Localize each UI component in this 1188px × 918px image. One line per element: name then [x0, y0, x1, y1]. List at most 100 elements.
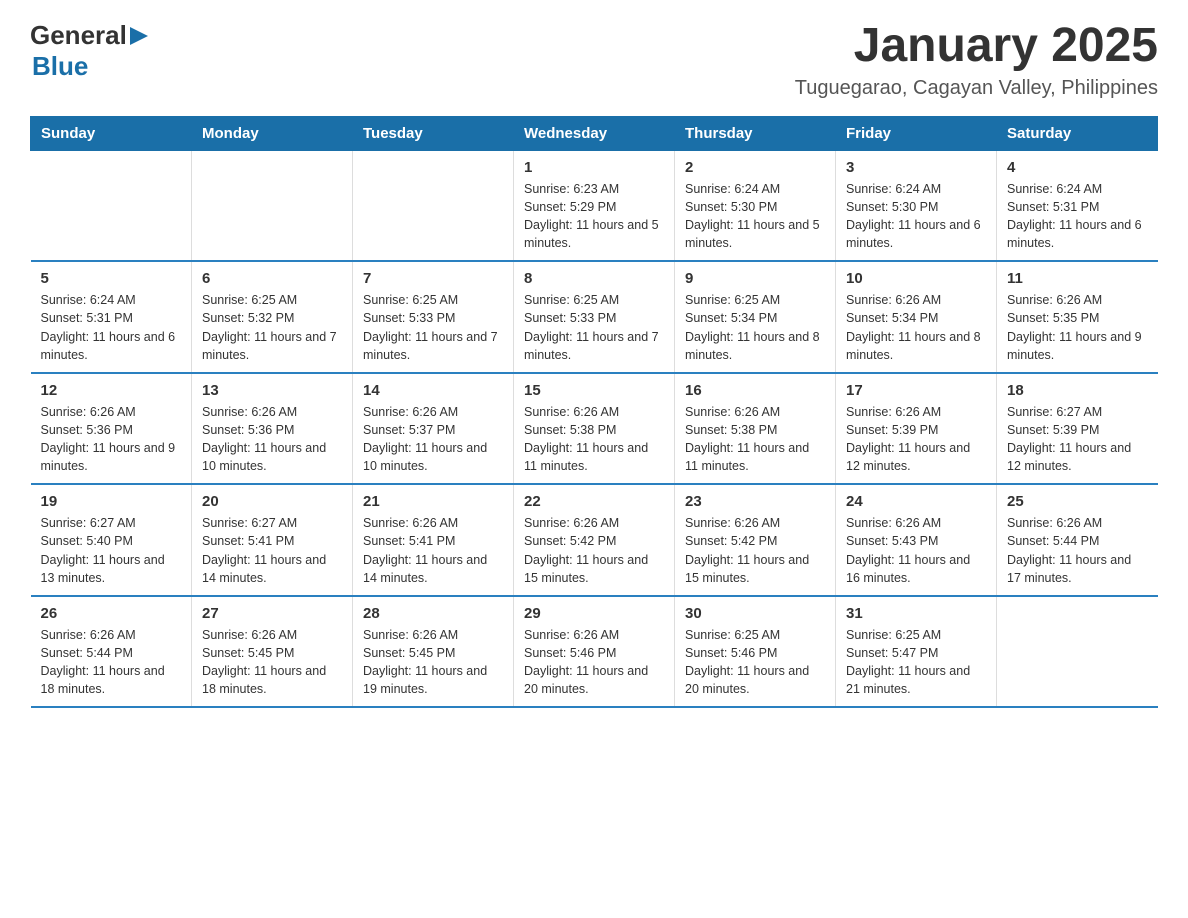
calendar-cell: 20Sunrise: 6:27 AMSunset: 5:41 PMDayligh…	[192, 484, 353, 596]
day-info: Sunrise: 6:23 AMSunset: 5:29 PMDaylight:…	[524, 180, 664, 253]
subtitle: Tuguegarao, Cagayan Valley, Philippines	[795, 77, 1158, 100]
logo: General Blue	[30, 20, 148, 82]
calendar-cell: 8 Sunrise: 6:25 AMSunset: 5:33 PMDaylight…	[514, 261, 675, 373]
day-number: 13	[202, 382, 342, 399]
day-number: 7	[363, 270, 503, 287]
day-number: 25	[1007, 493, 1148, 510]
calendar-cell: 28 Sunrise: 6:26 AMSunset: 5:45 PMDayligh…	[353, 596, 514, 708]
day-info: Sunrise: 6:26 AMSunset: 5:38 PMDaylight:…	[524, 403, 664, 476]
day-number: 28	[363, 605, 503, 622]
day-number: 22	[524, 493, 664, 510]
day-number: 31	[846, 605, 986, 622]
day-number: 3	[846, 159, 986, 176]
day-info: Sunrise: 6:24 AMSunset: 5:31 PMDaylight:…	[1007, 180, 1148, 253]
day-info: Sunrise: 6:26 AMSunset: 5:41 PMDaylight:…	[363, 514, 503, 587]
day-info: Sunrise: 6:25 AMSunset: 5:34 PMDaylight:…	[685, 291, 825, 364]
day-number: 18	[1007, 382, 1148, 399]
calendar-cell	[31, 150, 192, 261]
day-number: 27	[202, 605, 342, 622]
day-info: Sunrise: 6:26 AMSunset: 5:45 PMDaylight:…	[202, 626, 342, 699]
calendar-cell: 13 Sunrise: 6:26 AMSunset: 5:36 PMDayligh…	[192, 373, 353, 485]
calendar-cell: 21 Sunrise: 6:26 AMSunset: 5:41 PMDayligh…	[353, 484, 514, 596]
day-info: Sunrise: 6:26 AMSunset: 5:45 PMDaylight:…	[363, 626, 503, 699]
day-number: 4	[1007, 159, 1148, 176]
calendar-cell: 14Sunrise: 6:26 AMSunset: 5:37 PMDayligh…	[353, 373, 514, 485]
calendar-week-row: 5 Sunrise: 6:24 AMSunset: 5:31 PMDaylight…	[31, 261, 1158, 373]
day-number: 24	[846, 493, 986, 510]
calendar-cell: 22 Sunrise: 6:26 AMSunset: 5:42 PMDayligh…	[514, 484, 675, 596]
day-number: 1	[524, 159, 664, 176]
day-number: 8	[524, 270, 664, 287]
calendar-week-row: 26Sunrise: 6:26 AMSunset: 5:44 PMDayligh…	[31, 596, 1158, 708]
calendar-cell: 2 Sunrise: 6:24 AMSunset: 5:30 PMDaylight…	[675, 150, 836, 261]
calendar-cell: 24Sunrise: 6:26 AMSunset: 5:43 PMDayligh…	[836, 484, 997, 596]
day-info: Sunrise: 6:27 AMSunset: 5:40 PMDaylight:…	[41, 514, 182, 587]
calendar-cell	[192, 150, 353, 261]
calendar-cell: 11 Sunrise: 6:26 AMSunset: 5:35 PMDayligh…	[997, 261, 1158, 373]
day-number: 17	[846, 382, 986, 399]
title-block: January 2025 Tuguegarao, Cagayan Valley,…	[795, 20, 1158, 100]
day-info: Sunrise: 6:26 AMSunset: 5:35 PMDaylight:…	[1007, 291, 1148, 364]
calendar-cell: 23Sunrise: 6:26 AMSunset: 5:42 PMDayligh…	[675, 484, 836, 596]
calendar-header-saturday: Saturday	[997, 116, 1158, 150]
day-number: 14	[363, 382, 503, 399]
day-info: Sunrise: 6:26 AMSunset: 5:46 PMDaylight:…	[524, 626, 664, 699]
calendar-header-friday: Friday	[836, 116, 997, 150]
calendar-cell: 18 Sunrise: 6:27 AMSunset: 5:39 PMDayligh…	[997, 373, 1158, 485]
day-info: Sunrise: 6:24 AMSunset: 5:30 PMDaylight:…	[846, 180, 986, 253]
calendar-cell: 17 Sunrise: 6:26 AMSunset: 5:39 PMDayligh…	[836, 373, 997, 485]
day-info: Sunrise: 6:24 AMSunset: 5:30 PMDaylight:…	[685, 180, 825, 253]
logo-general-text: General	[30, 20, 127, 51]
day-info: Sunrise: 6:26 AMSunset: 5:36 PMDaylight:…	[202, 403, 342, 476]
calendar-cell: 9 Sunrise: 6:25 AMSunset: 5:34 PMDaylight…	[675, 261, 836, 373]
day-number: 11	[1007, 270, 1148, 287]
logo-arrow-icon	[130, 25, 148, 47]
day-number: 2	[685, 159, 825, 176]
day-info: Sunrise: 6:26 AMSunset: 5:36 PMDaylight:…	[41, 403, 182, 476]
calendar-cell: 1 Sunrise: 6:23 AMSunset: 5:29 PMDaylight…	[514, 150, 675, 261]
day-info: Sunrise: 6:26 AMSunset: 5:42 PMDaylight:…	[524, 514, 664, 587]
day-number: 9	[685, 270, 825, 287]
calendar-cell: 12Sunrise: 6:26 AMSunset: 5:36 PMDayligh…	[31, 373, 192, 485]
day-info: Sunrise: 6:26 AMSunset: 5:44 PMDaylight:…	[1007, 514, 1148, 587]
calendar-header-monday: Monday	[192, 116, 353, 150]
calendar-header-tuesday: Tuesday	[353, 116, 514, 150]
calendar-cell: 19 Sunrise: 6:27 AMSunset: 5:40 PMDayligh…	[31, 484, 192, 596]
calendar-week-row: 19 Sunrise: 6:27 AMSunset: 5:40 PMDayligh…	[31, 484, 1158, 596]
main-title: January 2025	[795, 20, 1158, 73]
day-number: 15	[524, 382, 664, 399]
calendar-cell: 26Sunrise: 6:26 AMSunset: 5:44 PMDayligh…	[31, 596, 192, 708]
day-number: 6	[202, 270, 342, 287]
day-info: Sunrise: 6:24 AMSunset: 5:31 PMDaylight:…	[41, 291, 182, 364]
calendar-header-wednesday: Wednesday	[514, 116, 675, 150]
day-info: Sunrise: 6:25 AMSunset: 5:33 PMDaylight:…	[524, 291, 664, 364]
calendar-cell	[353, 150, 514, 261]
day-number: 10	[846, 270, 986, 287]
day-info: Sunrise: 6:26 AMSunset: 5:34 PMDaylight:…	[846, 291, 986, 364]
calendar-cell: 5 Sunrise: 6:24 AMSunset: 5:31 PMDaylight…	[31, 261, 192, 373]
calendar-header-thursday: Thursday	[675, 116, 836, 150]
day-number: 23	[685, 493, 825, 510]
day-number: 19	[41, 493, 182, 510]
calendar-header-sunday: Sunday	[31, 116, 192, 150]
day-info: Sunrise: 6:26 AMSunset: 5:39 PMDaylight:…	[846, 403, 986, 476]
day-info: Sunrise: 6:26 AMSunset: 5:44 PMDaylight:…	[41, 626, 182, 699]
calendar-cell: 7 Sunrise: 6:25 AMSunset: 5:33 PMDaylight…	[353, 261, 514, 373]
calendar-cell: 15 Sunrise: 6:26 AMSunset: 5:38 PMDayligh…	[514, 373, 675, 485]
day-number: 21	[363, 493, 503, 510]
day-info: Sunrise: 6:25 AMSunset: 5:33 PMDaylight:…	[363, 291, 503, 364]
day-info: Sunrise: 6:27 AMSunset: 5:41 PMDaylight:…	[202, 514, 342, 587]
calendar-cell: 31 Sunrise: 6:25 AMSunset: 5:47 PMDayligh…	[836, 596, 997, 708]
calendar-table: SundayMondayTuesdayWednesdayThursdayFrid…	[30, 116, 1158, 709]
calendar-cell: 3 Sunrise: 6:24 AMSunset: 5:30 PMDaylight…	[836, 150, 997, 261]
day-info: Sunrise: 6:25 AMSunset: 5:47 PMDaylight:…	[846, 626, 986, 699]
calendar-cell	[997, 596, 1158, 708]
calendar-cell: 30Sunrise: 6:25 AMSunset: 5:46 PMDayligh…	[675, 596, 836, 708]
calendar-cell: 4 Sunrise: 6:24 AMSunset: 5:31 PMDaylight…	[997, 150, 1158, 261]
day-info: Sunrise: 6:27 AMSunset: 5:39 PMDaylight:…	[1007, 403, 1148, 476]
day-number: 5	[41, 270, 182, 287]
day-number: 29	[524, 605, 664, 622]
day-number: 16	[685, 382, 825, 399]
day-number: 30	[685, 605, 825, 622]
day-info: Sunrise: 6:26 AMSunset: 5:38 PMDaylight:…	[685, 403, 825, 476]
